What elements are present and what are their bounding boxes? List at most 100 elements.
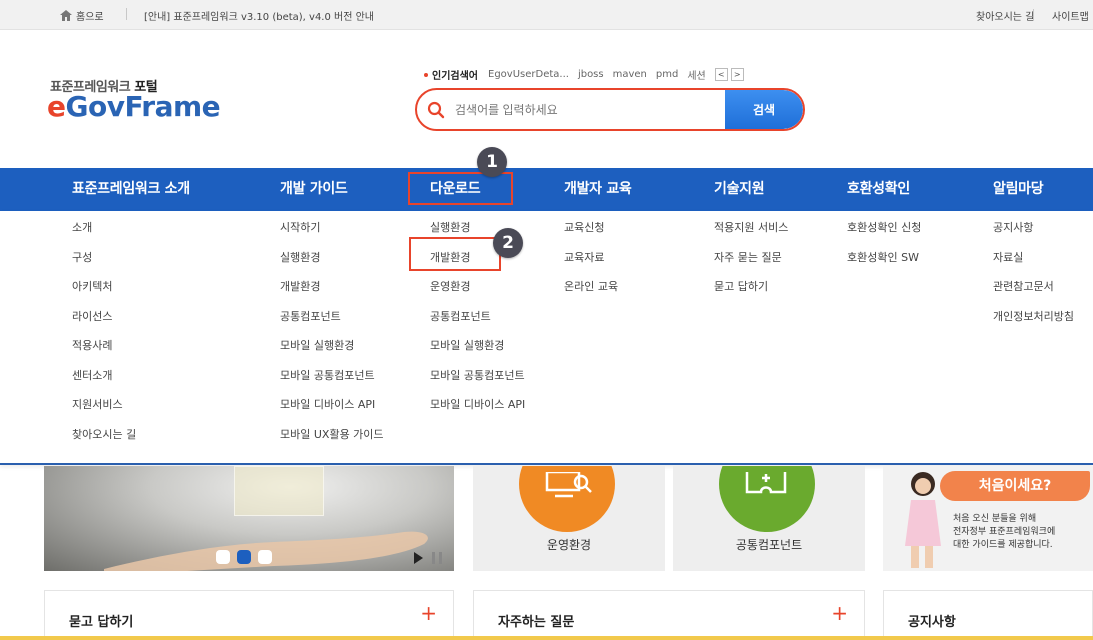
next-keyword-button[interactable]: > <box>730 68 744 81</box>
logo[interactable]: eGovFrame <box>47 90 221 123</box>
menu-item[interactable]: 온라인 교육 <box>564 278 618 308</box>
menu-item[interactable]: 적용지원 서비스 <box>714 219 788 249</box>
menu-item[interactable]: 구성 <box>72 249 136 279</box>
menu-item[interactable]: 시작하기 <box>280 219 384 249</box>
main-nav: 표준프레임워크 소개 개발 가이드 다운로드 개발자 교육 기술지원 호환성확인… <box>0 168 1093 211</box>
menu-item[interactable]: 호환성확인 SW <box>847 249 921 279</box>
home-link[interactable]: 홈으로 <box>60 8 104 23</box>
menu-item[interactable]: 모바일 UX활용 가이드 <box>280 426 384 456</box>
card-operation-env[interactable]: 운영환경 <box>473 466 665 571</box>
desc-line: 처음 오신 분들을 위해 <box>953 514 1037 524</box>
pause-icon[interactable] <box>432 552 442 564</box>
menu-item[interactable]: 공지사항 <box>993 219 1074 249</box>
nav-dev-education[interactable]: 개발자 교육 <box>564 178 632 198</box>
popular-keyword[interactable]: EgovUserDeta... <box>488 69 569 80</box>
menu-item[interactable]: 개인정보처리방침 <box>993 308 1074 338</box>
main-banner[interactable] <box>44 466 454 571</box>
sitemap-link[interactable]: 사이트맵 <box>1052 8 1089 23</box>
puzzle-icon <box>745 472 787 494</box>
slide-dot[interactable] <box>216 550 230 564</box>
first-visit-title: 처음이세요? <box>940 471 1090 501</box>
menu-item[interactable]: 모바일 디바이스 API <box>430 396 525 426</box>
card-label: 운영환경 <box>546 538 592 552</box>
nav-notice-board[interactable]: 알림마당 <box>993 178 1044 198</box>
bottom-highlight-line <box>0 636 1093 640</box>
card-common-component[interactable]: 공통컴포넌트 <box>673 466 865 571</box>
highlight-box-download <box>408 172 513 205</box>
menu-item[interactable]: 모바일 실행환경 <box>430 337 525 367</box>
menu-item[interactable]: 관련참고문서 <box>993 278 1074 308</box>
menu-item[interactable]: 라이선스 <box>72 308 136 338</box>
menu-item[interactable]: 자료실 <box>993 249 1074 279</box>
home-icon <box>60 10 72 21</box>
nav-dev-guide[interactable]: 개발 가이드 <box>280 178 348 198</box>
divider <box>1033 9 1034 20</box>
directions-link[interactable]: 찾아오시는 길 <box>976 8 1034 23</box>
menu-item[interactable]: 적용사례 <box>72 337 136 367</box>
menu-item[interactable]: 아키텍처 <box>72 278 136 308</box>
menu-item[interactable]: 묻고 답하기 <box>714 278 788 308</box>
menu-item[interactable]: 호환성확인 신청 <box>847 219 921 249</box>
menu-item[interactable]: 운영환경 <box>430 278 525 308</box>
plus-icon[interactable]: + <box>420 603 437 623</box>
qna-box: 묻고 답하기 + <box>44 590 454 640</box>
slide-dot-active[interactable] <box>237 550 251 564</box>
menu-item[interactable]: 모바일 공통컴포넌트 <box>430 367 525 397</box>
popular-keyword[interactable]: maven <box>613 69 647 80</box>
menu-item[interactable]: 공통컴포넌트 <box>430 308 525 338</box>
menu-item[interactable]: 소개 <box>72 219 136 249</box>
faq-box: 자주하는 질문 + <box>473 590 865 640</box>
notice-link[interactable]: [안내] 표준프레임워크 v3.10 (beta), v4.0 버전 안내 <box>144 8 374 23</box>
menu-item[interactable]: 지원서비스 <box>72 396 136 426</box>
menu-item[interactable]: 교육신청 <box>564 219 618 249</box>
menu-item[interactable]: 모바일 실행환경 <box>280 337 384 367</box>
box-title[interactable]: 공지사항 <box>908 611 956 630</box>
logo-text: GovFrame <box>65 90 221 123</box>
popular-keyword[interactable]: jboss <box>578 69 604 80</box>
menu-column-notice-board: 공지사항 자료실 관련참고문서 개인정보처리방침 <box>993 219 1074 337</box>
step-badge-1: 1 <box>477 147 507 177</box>
menu-item[interactable]: 센터소개 <box>72 367 136 397</box>
prev-keyword-button[interactable]: < <box>714 68 728 81</box>
box-title[interactable]: 묻고 답하기 <box>69 611 133 630</box>
menu-item[interactable]: 찾아오시는 길 <box>72 426 136 456</box>
divider <box>126 8 127 20</box>
card-circle <box>519 466 615 532</box>
popular-keywords: 인기검색어 EgovUserDeta... jboss maven pmd 세션… <box>424 67 747 82</box>
popular-keyword[interactable]: pmd <box>656 69 678 80</box>
menu-column-intro: 소개 구성 아키텍처 라이선스 적용사례 센터소개 지원서비스 찾아오시는 길 <box>72 219 136 455</box>
nav-compatibility[interactable]: 호환성확인 <box>847 178 910 198</box>
menu-column-compatibility: 호환성확인 신청 호환성확인 SW <box>847 219 921 278</box>
popular-label: 인기검색어 <box>432 71 478 82</box>
top-utility-bar: 홈으로 [안내] 표준프레임워크 v3.10 (beta), v4.0 버전 안… <box>0 0 1093 30</box>
menu-column-education: 교육신청 교육자료 온라인 교육 <box>564 219 618 308</box>
mega-menu: 소개 구성 아키텍처 라이선스 적용사례 센터소개 지원서비스 찾아오시는 길 … <box>0 211 1093 465</box>
menu-item[interactable]: 실행환경 <box>280 249 384 279</box>
search-input[interactable] <box>455 99 725 121</box>
play-icon[interactable] <box>414 552 423 564</box>
box-title[interactable]: 자주하는 질문 <box>498 611 574 630</box>
menu-item[interactable]: 모바일 디바이스 API <box>280 396 384 426</box>
logo-e: e <box>47 90 66 123</box>
desc-line: 대한 가이드를 제공합니다. <box>953 540 1053 550</box>
nav-tech-support[interactable]: 기술지원 <box>714 178 765 198</box>
card-label: 공통컴포넌트 <box>735 538 803 552</box>
menu-item[interactable]: 자주 묻는 질문 <box>714 249 788 279</box>
search-icon <box>427 101 445 119</box>
notice-box: 공지사항 <box>883 590 1093 640</box>
nav-intro[interactable]: 표준프레임워크 소개 <box>72 178 190 198</box>
desc-line: 전자정부 표준프레임워크에 <box>953 527 1056 537</box>
slider-indicators <box>216 550 272 564</box>
slide-dot[interactable] <box>258 550 272 564</box>
puzzle-illustration <box>234 466 324 516</box>
menu-item[interactable]: 교육자료 <box>564 249 618 279</box>
popular-keyword[interactable]: 세션 <box>687 67 705 82</box>
search-button[interactable]: 검색 <box>725 90 803 129</box>
first-visit-panel[interactable]: 처음이세요? 처음 오신 분들을 위해 전자정부 표준프레임워크에 대한 가이드… <box>883 466 1093 571</box>
step-badge-2: 2 <box>493 228 523 258</box>
menu-item[interactable]: 개발환경 <box>280 278 384 308</box>
plus-icon[interactable]: + <box>831 603 848 623</box>
menu-item[interactable]: 공통컴포넌트 <box>280 308 384 338</box>
monitor-search-icon <box>545 472 592 498</box>
menu-item[interactable]: 모바일 공통컴포넌트 <box>280 367 384 397</box>
